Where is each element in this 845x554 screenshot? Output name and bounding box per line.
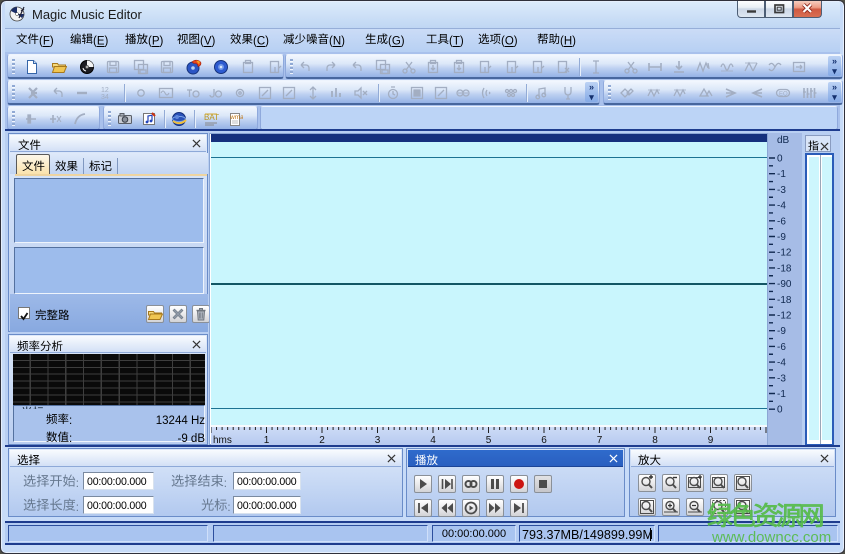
svg-text:wma: wma: [229, 114, 243, 121]
svg-text:-4: -4: [777, 201, 786, 212]
svg-text:-3: -3: [777, 185, 786, 196]
svg-text:EQ: EQ: [779, 92, 788, 98]
svg-text:-6: -6: [777, 216, 786, 227]
svg-text:0: 0: [777, 405, 783, 416]
svg-text:0: 0: [777, 154, 783, 165]
svg-text:-9: -9: [777, 326, 786, 337]
svg-text:-4: -4: [777, 358, 786, 369]
svg-text:-12: -12: [777, 311, 792, 322]
svg-text:-12: -12: [777, 248, 792, 259]
svg-text:12: 12: [101, 87, 109, 94]
svg-text:-90: -90: [777, 279, 792, 290]
svg-text:-6: -6: [777, 342, 786, 353]
svg-text:34: 34: [101, 94, 109, 101]
svg-text:-3: -3: [777, 373, 786, 384]
svg-text:-1: -1: [777, 389, 786, 400]
svg-text:-18: -18: [777, 295, 792, 306]
svg-text:-1: -1: [777, 169, 786, 180]
svg-text:-9: -9: [777, 232, 786, 243]
svg-text:-18: -18: [777, 263, 792, 274]
